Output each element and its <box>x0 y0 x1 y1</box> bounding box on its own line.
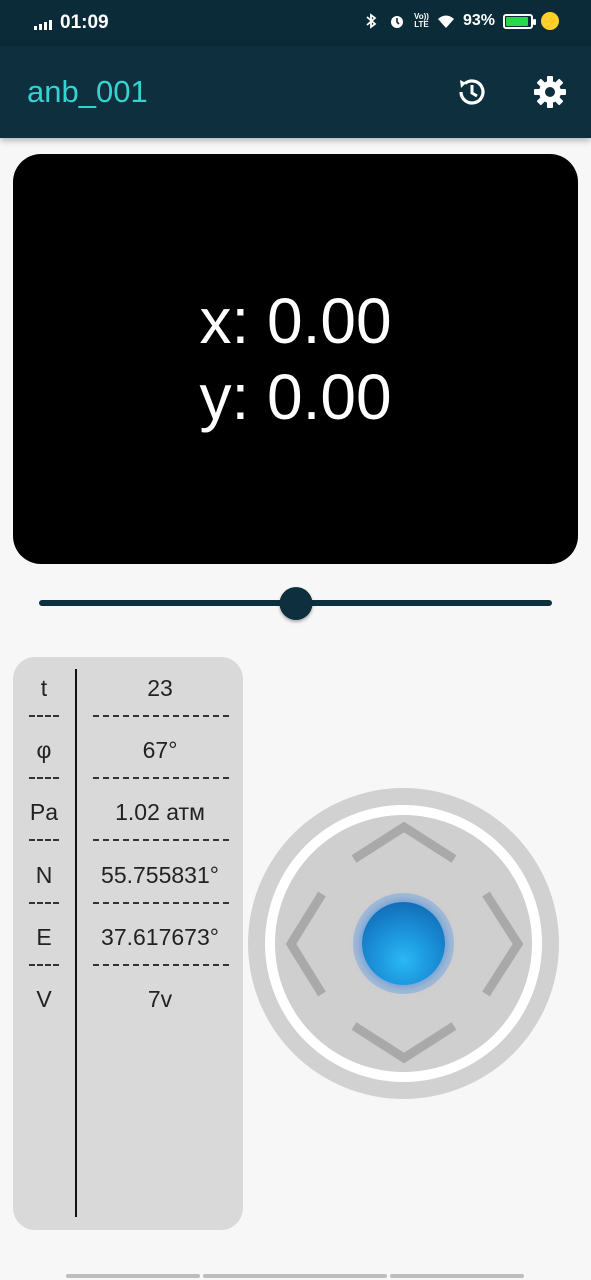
slider-thumb[interactable] <box>279 587 312 620</box>
wifi-icon <box>437 15 454 28</box>
speed-slider[interactable] <box>39 585 552 623</box>
history-icon <box>459 79 485 105</box>
alarm-icon <box>391 16 403 28</box>
row-separator <box>13 902 243 914</box>
signal-icon <box>34 16 52 30</box>
telemetry-value: 37.617673° <box>101 924 219 950</box>
telemetry-row: t 23 <box>13 669 243 709</box>
y-coordinate: y: 0.00 <box>199 361 392 433</box>
bluetooth-icon <box>366 13 377 29</box>
app-bar: anb_001 <box>0 46 591 138</box>
charging-icon: ⚡ <box>541 12 559 30</box>
telemetry-key: Pa <box>29 799 59 825</box>
nav-bar-segment <box>66 1274 200 1278</box>
telemetry-key: t <box>40 675 48 701</box>
telemetry-row: V 7v <box>13 980 243 1020</box>
telemetry-value: 1.02 атм <box>115 799 205 825</box>
status-time: 01:09 <box>60 12 109 33</box>
row-separator <box>13 964 243 976</box>
settings-icon <box>534 76 566 108</box>
telemetry-key: E <box>36 924 52 950</box>
joystick-knob[interactable] <box>362 902 445 985</box>
nav-bar-segment <box>390 1274 524 1278</box>
telemetry-key: φ <box>36 737 52 763</box>
volte-icon: Vo)) LTE <box>414 13 429 29</box>
nav-bar-segment <box>203 1274 387 1278</box>
battery-fill <box>506 16 529 26</box>
telemetry-row: Pa 1.02 атм <box>13 793 243 833</box>
telemetry-key: V <box>36 986 52 1012</box>
telemetry-value: 23 <box>147 675 173 701</box>
coordinate-display: x: 0.00 y: 0.00 <box>13 154 578 564</box>
x-coordinate: x: 0.00 <box>199 285 392 357</box>
telemetry-panel: t 23 φ 67° Pa 1.02 атм N 55.755831° E 37… <box>13 657 243 1230</box>
battery-percent: 93% <box>462 12 495 29</box>
telemetry-value: 67° <box>142 737 178 763</box>
up-arrow-icon[interactable] <box>351 821 457 863</box>
telemetry-value: 7v <box>147 986 173 1012</box>
telemetry-row: E 37.617673° <box>13 918 243 958</box>
row-separator <box>13 839 243 851</box>
volte-line-2: LTE <box>414 20 429 29</box>
down-arrow-icon[interactable] <box>351 1022 457 1064</box>
history-button[interactable] <box>452 72 492 112</box>
right-arrow-icon[interactable] <box>482 891 524 997</box>
battery-icon <box>503 13 536 29</box>
telemetry-key: N <box>35 862 53 888</box>
status-bar: 01:09 Vo)) LTE 93% ⚡ <box>0 0 591 46</box>
app-title: anb_001 <box>27 74 148 109</box>
settings-button[interactable] <box>530 72 570 112</box>
telemetry-row: φ 67° <box>13 731 243 771</box>
telemetry-value: 55.755831° <box>101 862 219 888</box>
row-separator <box>13 777 243 789</box>
status-right: Vo)) LTE 93% ⚡ <box>362 12 559 30</box>
joystick[interactable] <box>248 788 559 1099</box>
telemetry-row: N 55.755831° <box>13 856 243 896</box>
status-left: 01:09 <box>34 12 109 34</box>
left-arrow-icon[interactable] <box>285 891 326 997</box>
row-separator <box>13 715 243 727</box>
